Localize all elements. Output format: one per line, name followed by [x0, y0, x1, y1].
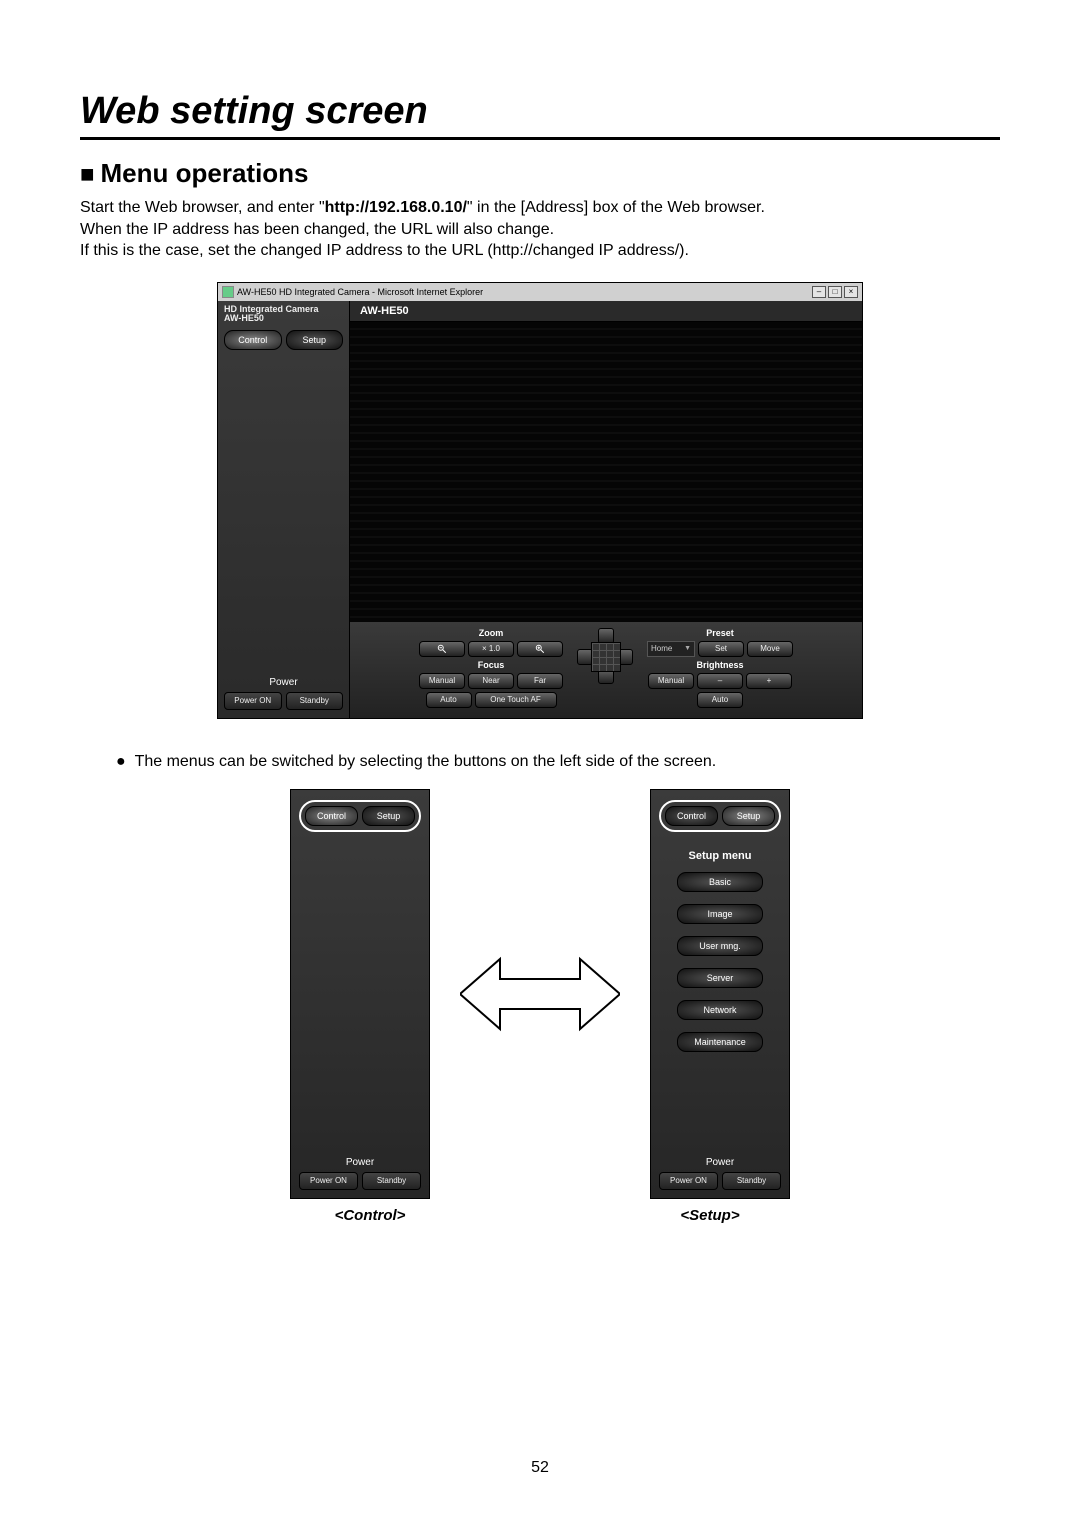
preset-selected: Home [651, 644, 672, 653]
section-heading-text: Menu operations [101, 158, 309, 188]
video-area [350, 322, 862, 622]
preset-move-button[interactable]: Move [747, 641, 793, 657]
brightness-plus-button[interactable]: + [746, 673, 792, 689]
intro-line3: If this is the case, set the changed IP … [80, 242, 689, 259]
chevron-down-icon: ▼ [684, 645, 691, 652]
intro-url: http://192.168.0.10/ [325, 199, 467, 216]
sidebar: HD Integrated Camera AW-HE50 Control Set… [218, 301, 350, 718]
setup-menu-basic[interactable]: Basic [677, 872, 763, 892]
preset-title: Preset [706, 628, 734, 638]
preset-set-button[interactable]: Set [698, 641, 744, 657]
mini-power-label: Power [299, 1157, 421, 1168]
setup-menu-maintenance[interactable]: Maintenance [677, 1032, 763, 1052]
mini-tab-control-2[interactable]: Control [665, 806, 718, 826]
double-arrow-icon [460, 949, 620, 1039]
brightness-manual-button[interactable]: Manual [648, 673, 694, 689]
page-title: Web setting screen [80, 90, 1000, 133]
pantilt-pad [577, 628, 633, 684]
pantilt-center[interactable] [591, 642, 621, 672]
camera-title-line2: AW-HE50 [224, 313, 264, 323]
mini-tab-setup-2[interactable]: Setup [722, 806, 775, 826]
intro-line1b: " in the [Address] box of the Web browse… [467, 199, 765, 216]
power-on-button[interactable]: Power ON [224, 692, 282, 710]
control-bar: Zoom × 1.0 Focus Manual [350, 622, 862, 718]
mini-power-on-button[interactable]: Power ON [299, 1172, 358, 1190]
tab-setup[interactable]: Setup [286, 330, 344, 350]
minimize-button[interactable]: – [812, 286, 826, 298]
mini-tab-control[interactable]: Control [305, 806, 358, 826]
mini-standby-button[interactable]: Standby [362, 1172, 421, 1190]
close-button[interactable]: × [844, 286, 858, 298]
zoom-out-button[interactable] [419, 641, 465, 657]
title-rule [80, 137, 1000, 140]
main-panel: AW-HE50 Zoom × 1.0 [350, 301, 862, 718]
focus-title: Focus [478, 660, 505, 670]
caption-setup: <Setup> [640, 1207, 780, 1224]
intro-line2: When the IP address has been changed, th… [80, 221, 554, 238]
zoom-in-button[interactable] [517, 641, 563, 657]
page-number: 52 [0, 1459, 1080, 1477]
browser-titlebar: AW-HE50 HD Integrated Camera - Microsoft… [218, 283, 862, 301]
bullet-note-text: The menus can be switched by selecting t… [135, 753, 717, 770]
browser-window: AW-HE50 HD Integrated Camera - Microsoft… [217, 282, 863, 719]
brightness-minus-button[interactable]: – [697, 673, 743, 689]
tab-control[interactable]: Control [224, 330, 282, 350]
model-label: AW-HE50 [350, 301, 862, 322]
setup-power-label: Power [659, 1157, 781, 1168]
tabs-highlight-setup: Control Setup [659, 800, 781, 832]
focus-manual-button[interactable]: Manual [419, 673, 465, 689]
setup-mini-panel: Control Setup Setup menu Basic Image Use… [650, 789, 790, 1199]
app-icon [222, 286, 234, 298]
square-bullet-icon: ■ [80, 161, 95, 188]
focus-onetouch-button[interactable]: One Touch AF [475, 692, 557, 708]
focus-auto-button[interactable]: Auto [426, 692, 472, 708]
setup-menu-network[interactable]: Network [677, 1000, 763, 1020]
setup-standby-button[interactable]: Standby [722, 1172, 781, 1190]
zoom-x10-button[interactable]: × 1.0 [468, 641, 514, 657]
zoom-in-icon [535, 644, 545, 654]
intro-line1a: Start the Web browser, and enter " [80, 199, 325, 216]
browser-title-text: AW-HE50 HD Integrated Camera - Microsoft… [237, 287, 483, 297]
focus-far-button[interactable]: Far [517, 673, 563, 689]
focus-near-button[interactable]: Near [468, 673, 514, 689]
preset-select[interactable]: Home ▼ [647, 641, 695, 657]
intro-paragraph: Start the Web browser, and enter "http:/… [80, 197, 1000, 262]
brightness-auto-button[interactable]: Auto [697, 692, 743, 708]
setup-menu-title: Setup menu [659, 850, 781, 862]
section-heading: ■Menu operations [80, 158, 1000, 189]
standby-button[interactable]: Standby [286, 692, 344, 710]
maximize-button[interactable]: □ [828, 286, 842, 298]
mini-tab-setup[interactable]: Setup [362, 806, 415, 826]
caption-control: <Control> [300, 1207, 440, 1224]
tabs-highlight: Control Setup [299, 800, 421, 832]
setup-menu-image[interactable]: Image [677, 904, 763, 924]
control-mini-panel: Control Setup Power Power ON Standby [290, 789, 430, 1199]
brightness-title: Brightness [696, 660, 743, 670]
setup-menu-usermng[interactable]: User mng. [677, 936, 763, 956]
setup-menu-server[interactable]: Server [677, 968, 763, 988]
bullet-note: ● The menus can be switched by selecting… [116, 753, 1000, 771]
zoom-title: Zoom [479, 628, 504, 638]
setup-power-on-button[interactable]: Power ON [659, 1172, 718, 1190]
zoom-out-icon [437, 644, 447, 654]
power-label: Power [224, 677, 343, 688]
